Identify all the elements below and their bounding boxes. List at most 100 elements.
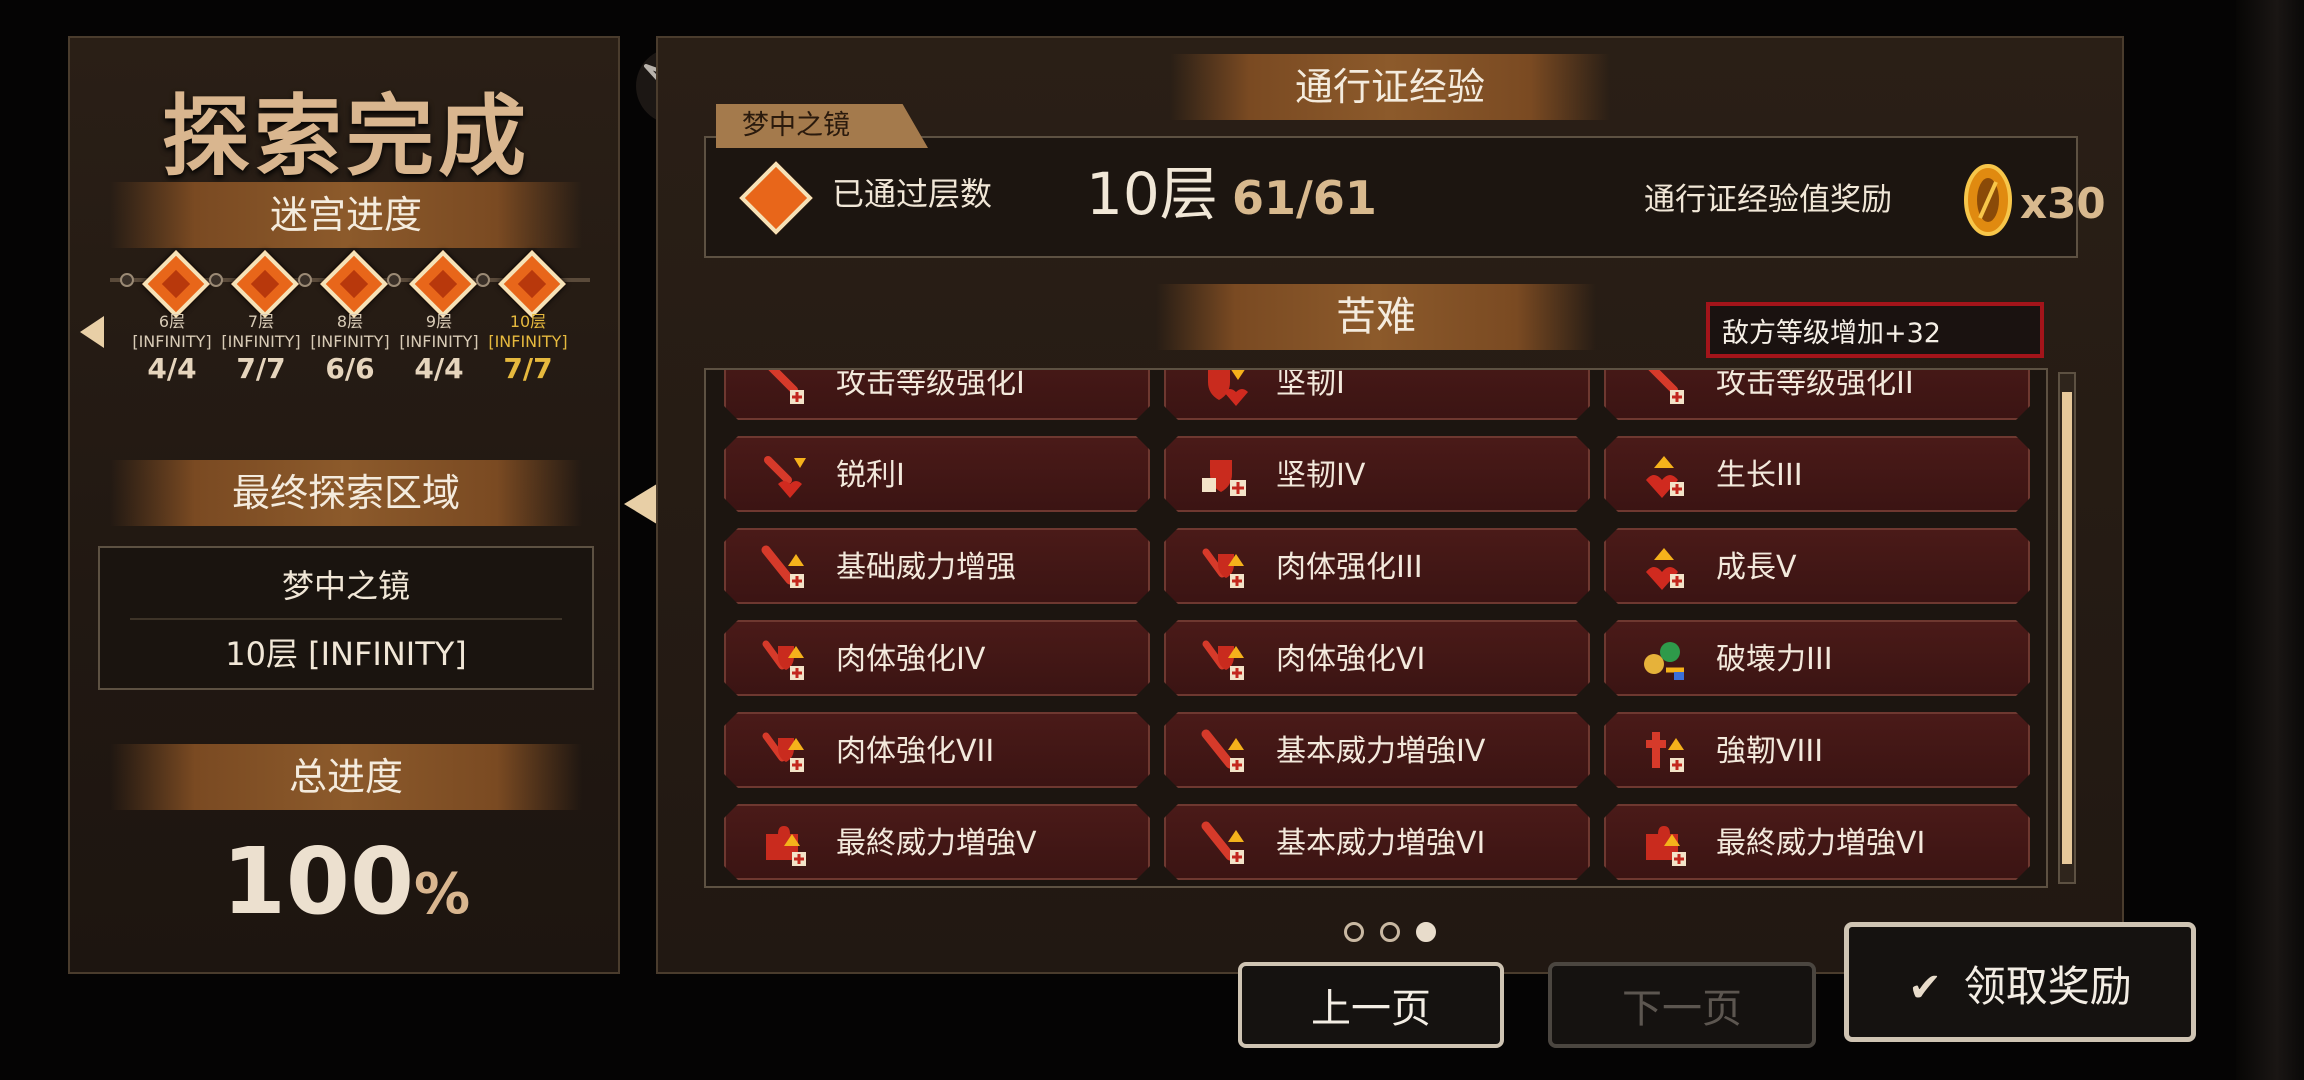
hardship-card-label: 破壊力III [1716,642,1833,677]
total-progress-value: 100% [70,828,622,935]
side-frame [2236,0,2304,1080]
sword-up-icon [1200,728,1248,776]
hardship-card[interactable]: 攻击等级强化I [724,368,1150,420]
track-step-dot-icon [298,273,312,287]
floor-count: 7/7 [503,352,553,385]
hardship-card-label: 最終威力増強VI [1716,826,1926,861]
floor-count: 4/4 [414,352,464,385]
enemy-level-box: 敌方等级增加+32 [1706,302,2044,358]
hardship-card[interactable]: 成長V [1604,528,2030,604]
card-scrollbar-thumb[interactable] [2062,392,2072,864]
pass-info-box: 已通过层数 10层 61/61 通行证经验值奖励 x30 [704,136,2106,258]
hardship-card[interactable]: 坚韧I [1164,368,1590,420]
floor-node-label: 8层 [INFINITY] 6/6 [305,312,395,386]
hardship-card[interactable]: 最終威力増強VI [1604,804,2030,880]
hardship-card[interactable]: 攻击等级强化II [1604,368,2030,420]
floor-node-icon[interactable] [231,250,299,318]
floor-number: 8层 [336,312,364,331]
cleared-floor-value: 10层 [1086,160,1218,228]
hardship-card-label: 肉体强化III [1276,550,1423,585]
hardship-card[interactable]: 強靭VIII [1604,712,2030,788]
cleared-ratio: 61/61 [1232,171,1377,225]
hardship-card-label: 生长III [1716,458,1803,493]
sword-up-icon [760,544,808,592]
puzzle-up-icon [760,820,808,868]
total-progress-number: 100 [221,828,414,935]
floor-mode: [INFINITY] [488,332,568,351]
hardship-card[interactable]: 肉体強化VI [1164,620,1590,696]
sword-plus-icon [760,368,808,408]
page-dot-2[interactable] [1380,922,1400,942]
floor-node-icon[interactable] [320,250,388,318]
hardship-card-label: 锐利I [836,458,905,493]
hardship-header: 苦难 [1156,284,1596,350]
final-area-floor: 10层 [INFINITY] [225,635,467,673]
final-area-name: 梦中之镜 [281,567,410,605]
hardship-card[interactable]: 肉体强化III [1164,528,1590,604]
floor-number: 7层 [247,312,275,331]
maze-progress-header: 迷宫进度 [110,182,582,248]
hardship-card[interactable]: 肉体強化VII [724,712,1150,788]
hardship-card[interactable]: 基础威力增强 [724,528,1150,604]
total-progress-header: 总进度 [110,744,582,810]
hardship-card-label: 攻击等级强化II [1716,368,1914,401]
pass-exp-coin-icon [1964,164,2012,236]
floor-node-label: 7层 [INFINITY] 7/7 [216,312,306,386]
hardship-card[interactable]: 破壊力III [1604,620,2030,696]
puzzle-up-icon [1640,820,1688,868]
exploration-summary-panel: 探索完成 迷宫进度 最终探索区域 梦中之镜 10层 [INFINITY] 总进度… [68,36,620,974]
hardship-card[interactable]: 坚韧IV [1164,436,1590,512]
body-plus-icon [760,728,808,776]
final-area-box: 梦中之镜 10层 [INFINITY] [98,546,594,690]
floor-mode: [INFINITY] [310,332,390,351]
floor-mode: [INFINITY] [132,332,212,351]
prev-page-button[interactable]: 上一页 [1238,962,1504,1048]
hardship-card[interactable]: 基本威力増強VI [1164,804,1590,880]
floor-node-icon[interactable] [142,250,210,318]
checkmark-icon: ✔ [1908,965,1942,1011]
reward-label: 通行证经验值奖励 [1644,182,1892,218]
page-title: 探索完成 [161,85,530,188]
track-step-dot-icon [387,273,401,287]
claim-reward-label: 领取奖励 [1963,962,2132,1011]
page-dot-3[interactable] [1416,922,1436,942]
hardship-card-label: 基本威力増強VI [1276,826,1486,861]
hardship-card[interactable]: 肉体強化IV [724,620,1150,696]
floor-node-label: 9层 [INFINITY] 4/4 [394,312,484,386]
hardship-card-label: 強靭VIII [1716,734,1824,769]
claim-reward-button[interactable]: ✔ 领取奖励 [1844,922,2196,1042]
floor-count: 4/4 [147,352,197,385]
hardship-card-label: 最終威力増強V [836,826,1037,861]
sword-plus-icon [1640,368,1688,408]
track-back-arrow-icon[interactable] [80,316,104,348]
floor-number: 9层 [425,312,453,331]
hardship-card[interactable]: 基本威力増強IV [1164,712,1590,788]
floor-number: 6层 [158,312,186,331]
hardship-card-label: 基本威力増強IV [1276,734,1486,769]
track-step-dot-icon [476,273,490,287]
floor-node-icon[interactable] [409,250,477,318]
next-page-button[interactable]: 下一页 [1548,962,1816,1048]
floor-node-icon[interactable] [498,250,566,318]
hardship-card[interactable]: 生长III [1604,436,2030,512]
floor-number: 10层 [509,312,547,331]
shield-heart-icon [1200,368,1248,408]
hardship-card-label: 坚韧I [1276,368,1345,401]
final-area-header: 最终探索区域 [110,460,582,526]
floor-mode: [INFINITY] [399,332,479,351]
hardship-card-label: 肉体強化VII [836,734,995,769]
track-step-dot-icon [120,273,134,287]
hardship-card-label: 肉体強化VI [1276,642,1426,677]
hardship-card[interactable]: 最終威力増強V [724,804,1150,880]
floor-count: 6/6 [325,352,375,385]
sword-up-icon [1200,820,1248,868]
cross-plus-icon [1640,728,1688,776]
hardship-card-label: 肉体強化IV [836,642,986,677]
floor-node-label: 6层 [INFINITY] 4/4 [127,312,217,386]
shield-plus-icon [1200,452,1248,500]
hardship-card-label: 成長V [1716,550,1797,585]
reward-amount: x30 [2020,179,2106,228]
hardship-card[interactable]: 锐利I [724,436,1150,512]
hardship-card-grid[interactable]: 攻击等级强化I 坚韧I 攻击等级强化II 锐利I 坚韧IV 生长III 基础威力增强 肉体强化… [704,368,2048,888]
page-dot-1[interactable] [1344,922,1364,942]
